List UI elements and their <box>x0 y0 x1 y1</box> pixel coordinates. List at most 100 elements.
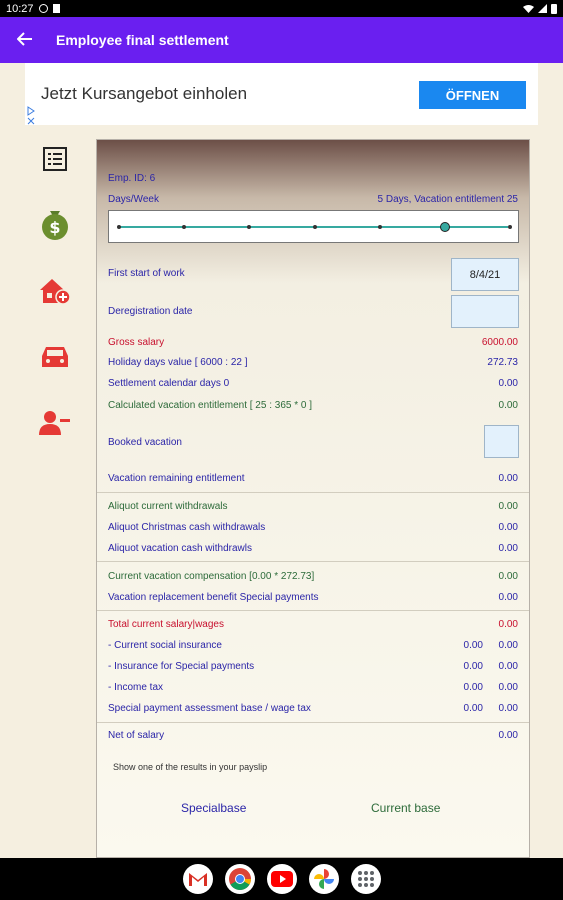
first-start-date-field[interactable]: 8/4/21 <box>451 258 519 291</box>
signal-icon <box>538 4 547 13</box>
youtube-icon <box>270 871 293 887</box>
calc-vacation-row: Calculated vacation entitlement [ 25 : 3… <box>108 400 518 411</box>
booked-vacation-field[interactable] <box>484 425 519 458</box>
total-row: Total current salary|wages 0.00 <box>108 619 518 630</box>
holiday-value-label: Holiday days value [ 6000 : 22 ] <box>108 357 248 368</box>
special-base-v1: 0.00 <box>463 703 483 714</box>
ad-text: Jetzt Kursangebot einholen <box>41 84 248 103</box>
car-icon <box>42 347 68 367</box>
calc-vacation-value: 0.00 <box>498 400 518 411</box>
sim-card-icon <box>52 4 60 13</box>
svg-text:$: $ <box>49 218 60 237</box>
days-week-value: 5 Days, Vacation entitlement 25 <box>377 194 518 205</box>
app-drawer[interactable] <box>350 864 381 894</box>
settlement-days-value: 0.00 <box>498 378 518 389</box>
insurance-special-v1: 0.00 <box>463 661 483 672</box>
money-bag-icon: $ <box>42 211 68 240</box>
aliquot-vacation-row: Aliquot vacation cash withdrawls 0.00 <box>108 543 518 554</box>
page-title: Employee final settlement <box>56 32 229 48</box>
slider-thumb[interactable] <box>439 222 450 232</box>
income-tax-row: - Income tax 0.00 0.00 <box>108 682 518 693</box>
net-value: 0.00 <box>498 730 518 741</box>
income-tax-label: - Income tax <box>108 682 164 693</box>
income-tax-v2: 0.00 <box>498 682 518 693</box>
sidebar-item-remove-employee[interactable] <box>33 404 77 442</box>
booked-vacation-label: Booked vacation <box>108 437 182 448</box>
divider <box>97 492 529 493</box>
emp-id-row: Emp. ID: 6 <box>108 173 518 184</box>
ad-open-button[interactable]: ÖFFNEN <box>419 81 526 109</box>
slider-tick <box>182 225 187 229</box>
aliquot-christmas-value: 0.00 <box>498 522 518 533</box>
youtube-app[interactable] <box>266 864 297 894</box>
currentbase-button[interactable]: Current base <box>371 801 440 815</box>
ad-banner[interactable]: Jetzt Kursangebot einholen ÖFFNEN <box>25 63 538 125</box>
gross-salary-row: Gross salary 6000.00 <box>108 337 518 348</box>
social-insurance-row: - Current social insurance 0.00 0.00 <box>108 640 518 651</box>
insurance-special-label: - Insurance for Special payments <box>108 661 255 672</box>
holiday-value-value: 272.73 <box>487 357 518 368</box>
sidebar-item-list[interactable] <box>33 140 77 178</box>
sidebar-item-salary[interactable]: $ <box>33 204 77 242</box>
photos-app[interactable] <box>308 864 339 894</box>
chrome-icon <box>228 868 251 890</box>
gmail-icon <box>188 873 207 886</box>
emp-id-label: Emp. ID: 6 <box>108 173 156 184</box>
insurance-special-row: - Insurance for Special payments 0.00 0.… <box>108 661 518 672</box>
special-base-row: Special payment assessment base / wage t… <box>108 703 518 714</box>
deregistration-date-field[interactable] <box>451 295 519 328</box>
payslip-hint: Show one of the results in your payslip <box>113 762 518 772</box>
current-comp-row: Current vacation compensation [0.00 * 27… <box>108 571 518 582</box>
remaining-value: 0.00 <box>498 473 518 484</box>
remaining-row: Vacation remaining entitlement 0.00 <box>108 473 518 484</box>
remaining-label: Vacation remaining entitlement <box>108 473 245 484</box>
calc-vacation-label: Calculated vacation entitlement [ 25 : 3… <box>108 400 313 411</box>
slider-tick <box>377 225 382 229</box>
gross-salary-value: 6000.00 <box>481 337 518 348</box>
replacement-row: Vacation replacement benefit Special pay… <box>108 592 518 603</box>
replacement-label: Vacation replacement benefit Special pay… <box>108 592 319 603</box>
income-tax-v1: 0.00 <box>463 682 483 693</box>
wifi-icon <box>523 5 534 13</box>
current-comp-value: 0.00 <box>498 571 518 582</box>
total-value: 0.00 <box>498 619 518 630</box>
aliquot-vacation-value: 0.00 <box>498 543 518 554</box>
current-comp-label: Current vacation compensation [0.00 * 27… <box>108 571 315 582</box>
settlement-panel: Emp. ID: 6 Days/Week 5 Days, Vacation en… <box>96 139 530 858</box>
app-bar: Employee final settlement <box>0 17 563 63</box>
slider-tick <box>247 225 252 229</box>
gross-salary-label: Gross salary <box>108 337 165 348</box>
holiday-value-row: Holiday days value [ 6000 : 22 ] 272.73 <box>108 357 518 368</box>
social-insurance-label: - Current social insurance <box>108 640 222 651</box>
net-row: Net of salary 0.00 <box>108 730 518 741</box>
aliquot-current-row: Aliquot current withdrawals 0.00 <box>108 501 518 512</box>
settlement-days-row: Settlement calendar days 0 0.00 <box>108 378 518 389</box>
days-week-slider[interactable] <box>108 210 519 243</box>
divider <box>97 610 529 611</box>
replacement-value: 0.00 <box>498 592 518 603</box>
aliquot-christmas-label: Aliquot Christmas cash withdrawals <box>108 522 266 533</box>
gmail-app[interactable] <box>182 864 213 894</box>
arrow-left-icon <box>16 31 32 46</box>
nav-bar <box>0 858 563 900</box>
insurance-special-v2: 0.00 <box>498 661 518 672</box>
days-week-label: Days/Week <box>108 194 159 205</box>
payslip-hint-text: Show one of the results in your payslip <box>113 762 268 772</box>
status-bar: 10:27 <box>0 0 563 17</box>
divider <box>97 561 529 562</box>
back-button[interactable] <box>0 29 50 52</box>
sidebar-item-housing[interactable] <box>33 272 77 310</box>
special-base-v2: 0.00 <box>498 703 518 714</box>
aliquot-current-value: 0.00 <box>498 501 518 512</box>
chrome-app[interactable] <box>224 864 255 894</box>
aliquot-current-label: Aliquot current withdrawals <box>108 501 228 512</box>
ad-choices-icon[interactable] <box>26 106 36 126</box>
sidebar-item-vehicle[interactable] <box>33 338 77 376</box>
booked-vacation-row: Booked vacation <box>108 437 518 448</box>
photos-icon <box>313 869 334 889</box>
settlement-days-label: Settlement calendar days 0 <box>108 378 230 389</box>
specialbase-button[interactable]: Specialbase <box>181 801 246 815</box>
person-remove-icon <box>39 411 70 435</box>
net-label: Net of salary <box>108 730 165 741</box>
list-icon <box>43 147 67 171</box>
